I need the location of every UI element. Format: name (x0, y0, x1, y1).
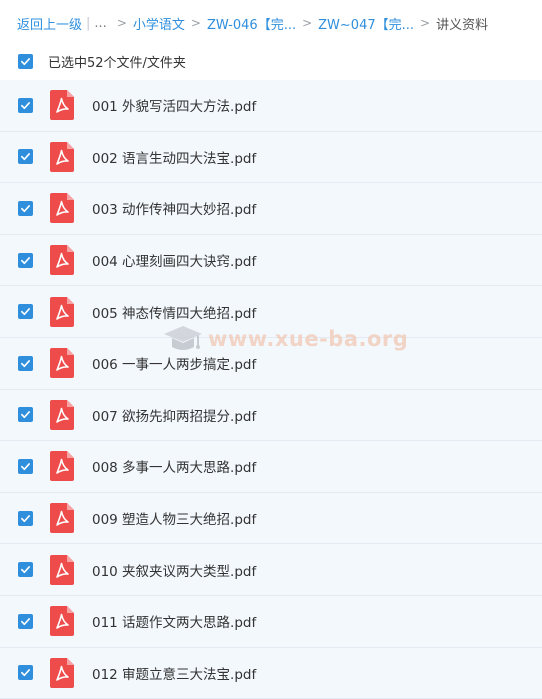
file-checkbox[interactable] (18, 407, 33, 423)
file-checkbox[interactable] (18, 355, 33, 371)
pdf-file-icon (50, 451, 74, 482)
checkmark-icon (21, 101, 30, 109)
pdf-file-icon (50, 348, 74, 379)
breadcrumb-separator: | (86, 15, 91, 31)
pdf-file-icon (50, 90, 74, 121)
file-checkbox[interactable] (18, 665, 33, 681)
checkmark-icon (21, 205, 30, 213)
checkmark-icon (21, 463, 30, 471)
pdf-file-icon (50, 399, 74, 430)
file-row[interactable]: 006 一事一人两步搞定.pdf (0, 337, 542, 390)
pdf-file-icon (50, 657, 74, 688)
selection-count-label: 已选中52个文件/文件夹 (48, 55, 186, 71)
file-name[interactable]: 012 审题立意三大法宝.pdf (92, 663, 256, 683)
file-name[interactable]: 004 心理刻画四大诀窍.pdf (92, 250, 256, 270)
file-list: 001 外貌写活四大方法.pdf 002 语言生动四大法宝.pdf 003 动作… (0, 80, 542, 699)
chevron-right-icon: > (190, 16, 201, 30)
file-checkbox[interactable] (18, 97, 33, 113)
checkmark-icon (21, 411, 30, 419)
pdf-file-icon (50, 296, 74, 327)
file-name[interactable]: 006 一事一人两步搞定.pdf (92, 353, 256, 373)
file-checkbox[interactable] (18, 304, 33, 320)
checkmark-icon (21, 256, 30, 264)
file-row[interactable]: 010 夹叙夹议两大类型.pdf (0, 544, 542, 596)
pdf-file-icon (50, 606, 74, 637)
checkmark-icon (21, 566, 30, 574)
checkmark-icon (21, 359, 30, 367)
pdf-file-icon (50, 141, 74, 172)
checkmark-icon (21, 617, 30, 625)
select-all-checkbox[interactable] (18, 53, 33, 69)
breadcrumb: 返回上一级 | ... > 小学语文 > ZW-046【完... > ZW~04… (0, 0, 542, 46)
file-checkbox[interactable] (18, 458, 33, 474)
file-checkbox[interactable] (18, 200, 33, 216)
chevron-right-icon: > (116, 16, 127, 30)
checkmark-icon (21, 514, 30, 522)
pdf-file-icon (50, 554, 74, 585)
file-name[interactable]: 008 多事一人两大思路.pdf (92, 456, 256, 476)
file-row[interactable]: 008 多事一人两大思路.pdf (0, 441, 542, 493)
checkmark-icon (21, 153, 30, 161)
file-name[interactable]: 009 塑造人物三大绝招.pdf (92, 508, 256, 528)
file-checkbox[interactable] (18, 562, 33, 578)
breadcrumb-item-2[interactable]: ZW~047【完... (318, 14, 414, 33)
back-link[interactable]: 返回上一级 (17, 14, 82, 33)
file-name[interactable]: 010 夹叙夹议两大类型.pdf (92, 560, 256, 580)
file-row[interactable]: 001 外貌写活四大方法.pdf (0, 80, 542, 132)
file-name[interactable]: 003 动作传神四大妙招.pdf (92, 198, 256, 218)
pdf-file-icon (50, 193, 74, 224)
breadcrumb-current: 讲义资料 (436, 17, 489, 33)
file-name[interactable]: 002 语言生动四大法宝.pdf (92, 147, 256, 167)
file-name[interactable]: 005 神态传情四大绝招.pdf (92, 302, 256, 322)
file-row[interactable]: 002 语言生动四大法宝.pdf (0, 131, 542, 184)
file-name[interactable]: 007 欲扬先抑两招提分.pdf (92, 405, 256, 425)
pdf-file-icon (50, 245, 74, 276)
file-checkbox[interactable] (18, 613, 33, 629)
file-checkbox[interactable] (18, 510, 33, 526)
breadcrumb-item-0[interactable]: 小学语文 (133, 14, 185, 33)
breadcrumb-item-1[interactable]: ZW-046【完... (207, 14, 296, 33)
file-row[interactable]: 012 审题立意三大法宝.pdf (0, 647, 542, 699)
breadcrumb-ellipsis[interactable]: ... (94, 16, 106, 31)
file-row[interactable]: 009 塑造人物三大绝招.pdf (0, 492, 542, 545)
file-row[interactable]: 004 心理刻画四大诀窍.pdf (0, 234, 542, 287)
file-row[interactable]: 011 话题作文两大思路.pdf (0, 595, 542, 648)
file-row[interactable]: 007 欲扬先抑两招提分.pdf (0, 389, 542, 442)
checkmark-icon (21, 308, 30, 316)
select-all-bar: 已选中52个文件/文件夹 (0, 46, 542, 76)
file-row[interactable]: 005 神态传情四大绝招.pdf (0, 286, 542, 338)
file-checkbox[interactable] (18, 149, 33, 165)
pdf-file-icon (50, 503, 74, 534)
chevron-right-icon: > (302, 16, 313, 30)
file-checkbox[interactable] (18, 252, 33, 268)
chevron-right-icon: > (420, 16, 431, 30)
file-row[interactable]: 003 动作传神四大妙招.pdf (0, 183, 542, 235)
checkmark-icon (21, 669, 30, 677)
checkmark-icon (21, 57, 30, 65)
file-name[interactable]: 011 话题作文两大思路.pdf (92, 611, 256, 631)
file-name[interactable]: 001 外貌写活四大方法.pdf (92, 95, 256, 115)
